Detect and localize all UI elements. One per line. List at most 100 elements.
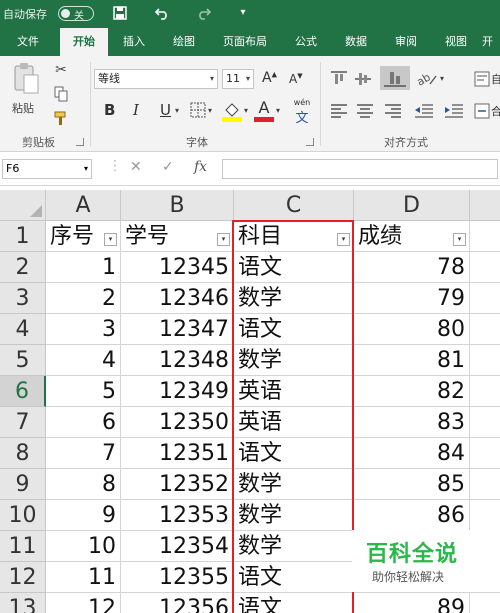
cell-student-id[interactable]: 12347 <box>121 314 234 345</box>
empty-cell[interactable] <box>470 376 500 407</box>
row-header[interactable]: 3 <box>0 283 46 314</box>
filter-dropdown-icon[interactable]: ▾ <box>217 233 230 246</box>
select-all-button[interactable] <box>0 190 46 221</box>
cell-index[interactable]: 4 <box>46 345 121 376</box>
borders-icon[interactable] <box>190 102 206 118</box>
align-left-icon[interactable] <box>330 102 348 120</box>
cell-subject[interactable]: 数学 <box>234 469 354 500</box>
customize-quick-access-icon[interactable]: ▾ <box>233 3 253 23</box>
cell-subject[interactable]: 数学 <box>234 283 354 314</box>
cell-subject[interactable]: 英语 <box>234 376 354 407</box>
column-header-a[interactable]: A <box>46 190 121 221</box>
insert-function-icon[interactable]: fx <box>194 159 207 175</box>
header-cell-student-id[interactable]: 学号 ▾ <box>121 221 234 252</box>
cell-score[interactable]: 81 <box>354 345 470 376</box>
cell-student-id[interactable]: 12345 <box>121 252 234 283</box>
enter-icon[interactable]: ✓ <box>162 159 174 175</box>
copy-icon[interactable] <box>52 86 70 104</box>
cell-index[interactable]: 7 <box>46 438 121 469</box>
row-header[interactable]: 2 <box>0 252 46 283</box>
orientation-icon[interactable]: ab <box>414 68 438 89</box>
column-header-b[interactable]: B <box>121 190 234 221</box>
row-header[interactable]: 4 <box>0 314 46 345</box>
clipboard-dialog-launcher-icon[interactable] <box>76 138 84 146</box>
cell-student-id[interactable]: 12352 <box>121 469 234 500</box>
empty-cell[interactable] <box>470 283 500 314</box>
cell-student-id[interactable]: 12346 <box>121 283 234 314</box>
font-color-icon[interactable]: A <box>254 98 274 122</box>
row-header[interactable]: 10 <box>0 500 46 531</box>
italic-button[interactable]: I <box>133 101 139 119</box>
paste-label[interactable]: 粘贴 <box>12 100 34 116</box>
tab-draw[interactable]: 绘图 <box>162 28 206 56</box>
chevron-down-icon[interactable]: ▾ <box>208 106 212 115</box>
chevron-down-icon[interactable]: ▾ <box>276 106 280 115</box>
cell-student-id[interactable]: 12349 <box>121 376 234 407</box>
cell-student-id[interactable]: 12351 <box>121 438 234 469</box>
empty-cell[interactable] <box>470 407 500 438</box>
empty-cell[interactable] <box>470 500 500 531</box>
font-size-select[interactable]: 11 ▾ <box>222 69 254 89</box>
cell-score[interactable]: 83 <box>354 407 470 438</box>
decrease-indent-icon[interactable] <box>414 102 434 120</box>
cell-index[interactable]: 11 <box>46 562 121 593</box>
tab-page-layout[interactable]: 页面布局 <box>214 28 276 56</box>
empty-cell[interactable] <box>470 314 500 345</box>
cell-index[interactable]: 6 <box>46 407 121 438</box>
cell-score[interactable]: 86 <box>354 500 470 531</box>
cell-subject[interactable]: 英语 <box>234 407 354 438</box>
increase-indent-icon[interactable] <box>444 102 464 120</box>
autosave-toggle[interactable]: 关 <box>58 6 94 22</box>
save-icon[interactable] <box>110 3 130 23</box>
cell-subject[interactable]: 语文 <box>234 562 354 593</box>
cell-score[interactable]: 89 <box>354 593 470 613</box>
font-name-select[interactable]: 等线 ▾ <box>94 69 218 89</box>
cell-subject[interactable]: 数学 <box>234 531 354 562</box>
row-header[interactable]: 11 <box>0 531 46 562</box>
cell-index[interactable]: 9 <box>46 500 121 531</box>
chevron-down-icon[interactable]: ▾ <box>440 74 444 83</box>
cell-student-id[interactable]: 12353 <box>121 500 234 531</box>
cell-student-id[interactable]: 12354 <box>121 531 234 562</box>
merge-center-icon[interactable]: 合 <box>474 102 500 120</box>
row-header[interactable]: 1 <box>0 221 46 252</box>
header-cell-score[interactable]: 成绩 ▾ <box>354 221 470 252</box>
phonetic-guide-icon[interactable]: wén 文 <box>288 98 316 126</box>
bold-button[interactable]: B <box>104 101 115 119</box>
empty-cell[interactable] <box>470 345 500 376</box>
cell-subject[interactable]: 语文 <box>234 252 354 283</box>
fill-color-icon[interactable] <box>222 100 242 122</box>
tab-home[interactable]: 开始 <box>60 28 108 56</box>
tab-data[interactable]: 数据 <box>334 28 378 56</box>
chevron-down-icon[interactable]: ▾ <box>175 106 179 115</box>
empty-cell[interactable] <box>470 221 500 252</box>
cell-score[interactable]: 82 <box>354 376 470 407</box>
row-header[interactable]: 13 <box>0 593 46 613</box>
cell-student-id[interactable]: 12356 <box>121 593 234 613</box>
cell-index[interactable]: 10 <box>46 531 121 562</box>
row-header-selected[interactable]: 6 <box>0 376 46 407</box>
tab-view[interactable]: 视图 <box>434 28 478 56</box>
cell-score[interactable]: 79 <box>354 283 470 314</box>
underline-button[interactable]: U <box>160 101 171 119</box>
formula-input[interactable] <box>222 159 498 179</box>
row-header[interactable]: 9 <box>0 469 46 500</box>
redo-icon[interactable] <box>194 3 214 23</box>
filter-dropdown-icon[interactable]: ▾ <box>104 233 117 246</box>
row-header[interactable]: 7 <box>0 407 46 438</box>
align-right-icon[interactable] <box>384 102 402 120</box>
align-middle-icon[interactable] <box>354 70 372 88</box>
align-top-icon[interactable] <box>330 70 348 88</box>
undo-icon[interactable] <box>152 3 172 23</box>
tab-formulas[interactable]: 公式 <box>284 28 328 56</box>
column-header-c[interactable]: C <box>234 190 354 221</box>
empty-cell[interactable] <box>470 593 500 613</box>
cell-subject[interactable]: 数学 <box>234 345 354 376</box>
tab-insert[interactable]: 插入 <box>112 28 156 56</box>
cell-index[interactable]: 2 <box>46 283 121 314</box>
cell-score[interactable]: 80 <box>354 314 470 345</box>
header-cell-subject[interactable]: 科目 ▾ <box>234 221 354 252</box>
wrap-text-icon[interactable]: 自 <box>474 70 500 88</box>
cell-index[interactable]: 5 <box>46 376 121 407</box>
cell-subject[interactable]: 语文 <box>234 438 354 469</box>
